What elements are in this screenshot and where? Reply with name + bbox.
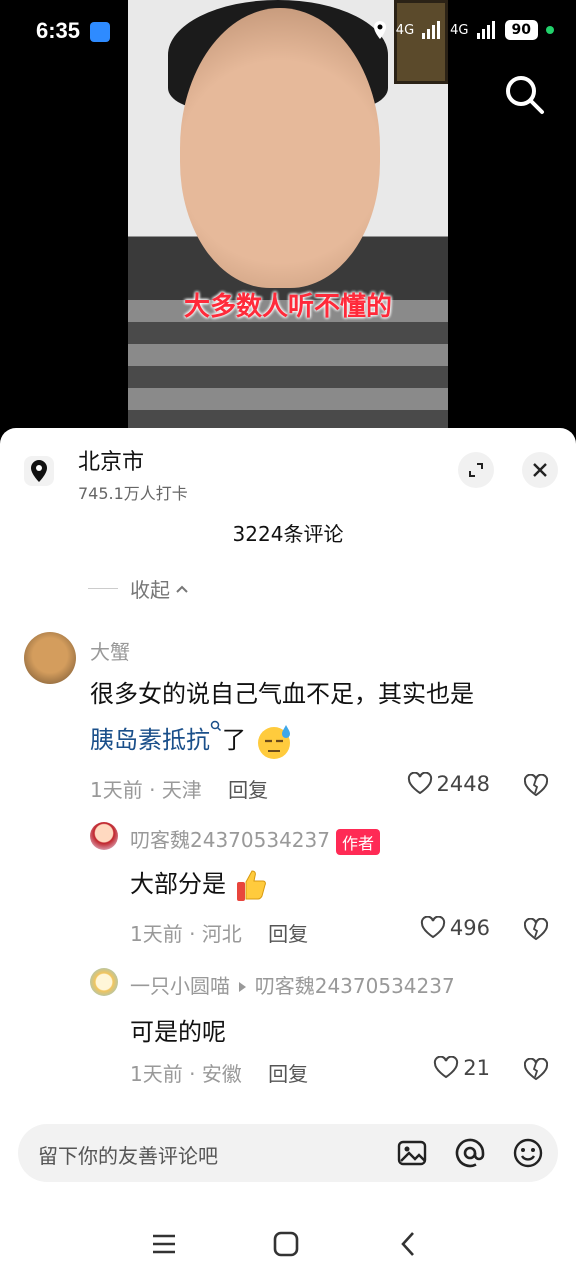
- comment-username[interactable]: 大蟹: [90, 636, 130, 665]
- close-button[interactable]: [522, 452, 558, 488]
- status-indicators: 4G 4G 90: [372, 20, 554, 40]
- comment-text: 很多女的说自己气血不足，其实也是: [90, 680, 474, 708]
- expand-icon: [469, 463, 483, 477]
- reply-username[interactable]: 叨客魏24370534237 作者: [130, 824, 380, 855]
- home-button[interactable]: [266, 1224, 306, 1264]
- like-button[interactable]: 2448: [407, 772, 490, 796]
- search-keyword-icon: [210, 720, 222, 732]
- video-player[interactable]: 大多数人听不懂的: [0, 0, 576, 430]
- comment-text-rest: 了: [222, 726, 246, 754]
- emoji-icon[interactable]: [512, 1137, 544, 1169]
- collapse-label: 收起: [130, 578, 170, 602]
- sweat-smile-emoji-icon: [257, 725, 290, 759]
- comment-sheet: 北京市 745.1万人打卡 3224条评论 收起 大蟹 很多女的说自己气血不足，…: [0, 428, 576, 1280]
- reply-button[interactable]: 回复: [228, 778, 268, 802]
- comment-count: 3224条评论: [232, 522, 344, 546]
- heart-icon: [434, 1056, 459, 1079]
- reply-username-text: 叨客魏24370534237: [130, 828, 330, 852]
- thumbs-up-emoji-icon: [236, 870, 266, 901]
- signal-2-icon: [476, 21, 495, 39]
- broken-heart-icon[interactable]: [524, 918, 548, 942]
- network-2-label: 4G: [450, 22, 469, 38]
- location-checkins: 745.1万人打卡: [78, 484, 188, 503]
- expand-button[interactable]: [458, 452, 494, 488]
- reply-username-text: 一只小圆喵: [130, 974, 230, 998]
- status-bar: 6:35 4G 4G 90: [0, 0, 576, 64]
- reply-meta: 1天前 · 安徽 回复: [130, 1062, 309, 1086]
- reply-meta: 1天前 · 河北 回复: [130, 922, 309, 946]
- like-button[interactable]: 496: [420, 916, 490, 940]
- reply-place: 安徽: [201, 1062, 242, 1086]
- avatar[interactable]: [90, 968, 118, 996]
- reply-text-content: 大部分是: [130, 870, 226, 898]
- reply-button[interactable]: 回复: [268, 922, 308, 946]
- reply-target-username[interactable]: 叨客魏24370534237: [255, 974, 455, 998]
- location-name[interactable]: 北京市: [78, 444, 144, 476]
- reply-place: 河北: [201, 922, 242, 946]
- home-icon: [273, 1231, 299, 1257]
- location-pin-icon: [24, 456, 54, 486]
- keyword-link[interactable]: 胰岛素抵抗: [90, 726, 210, 754]
- reply-text: 可是的呢: [130, 1018, 226, 1046]
- back-arrow-icon: [401, 1232, 414, 1256]
- like-count: 2448: [436, 772, 490, 796]
- comment-time: 1天前: [90, 778, 143, 802]
- status-time: 6:35: [36, 18, 81, 43]
- like-button[interactable]: 21: [433, 1056, 490, 1080]
- broken-heart-icon[interactable]: [524, 1058, 548, 1082]
- signal-1-icon: [422, 21, 441, 39]
- mention-icon[interactable]: [454, 1137, 486, 1169]
- comment-input[interactable]: 留下你的友善评论吧: [18, 1124, 558, 1182]
- app-notification-icon: [90, 22, 110, 42]
- reply-button[interactable]: 回复: [268, 1062, 308, 1086]
- comment-text-line2: 胰岛素抵抗了: [90, 720, 294, 761]
- avatar[interactable]: [24, 632, 76, 684]
- comment-meta: 1天前 · 天津 回复: [90, 778, 269, 802]
- reply-arrow-icon: [239, 982, 247, 992]
- reply-time: 1天前: [130, 922, 183, 946]
- heart-icon: [420, 916, 446, 939]
- heart-icon: [407, 772, 432, 795]
- image-icon[interactable]: [396, 1137, 428, 1169]
- reply-time: 1天前: [130, 1062, 183, 1086]
- network-1-label: 4G: [395, 22, 415, 38]
- comment-place: 天津: [161, 778, 202, 802]
- back-button[interactable]: [388, 1224, 428, 1264]
- comment-input-placeholder: 留下你的友善评论吧: [38, 1144, 218, 1168]
- like-count: 21: [463, 1056, 490, 1080]
- author-badge: 作者: [335, 828, 380, 855]
- avatar[interactable]: [90, 822, 118, 850]
- reply-username[interactable]: 一只小圆喵 叨客魏24370534237: [130, 970, 455, 999]
- search-icon[interactable]: [502, 72, 546, 116]
- collapse-replies-button[interactable]: 收起: [88, 574, 190, 603]
- location-status-icon: [373, 21, 386, 39]
- divider: [88, 588, 118, 589]
- video-frame: 大多数人听不懂的: [128, 0, 448, 430]
- chevron-up-icon: [176, 585, 188, 593]
- battery-level: 90: [504, 20, 538, 40]
- menu-icon: [153, 1234, 175, 1254]
- system-navigation-bar: [0, 1208, 576, 1280]
- like-count: 496: [449, 916, 490, 940]
- recent-apps-button[interactable]: [144, 1224, 184, 1264]
- close-icon: [533, 463, 547, 477]
- reply-text: 大部分是: [130, 864, 270, 903]
- privacy-indicator-dot: [546, 26, 554, 34]
- broken-heart-icon[interactable]: [524, 774, 548, 798]
- video-subtitle: 大多数人听不懂的: [183, 292, 392, 322]
